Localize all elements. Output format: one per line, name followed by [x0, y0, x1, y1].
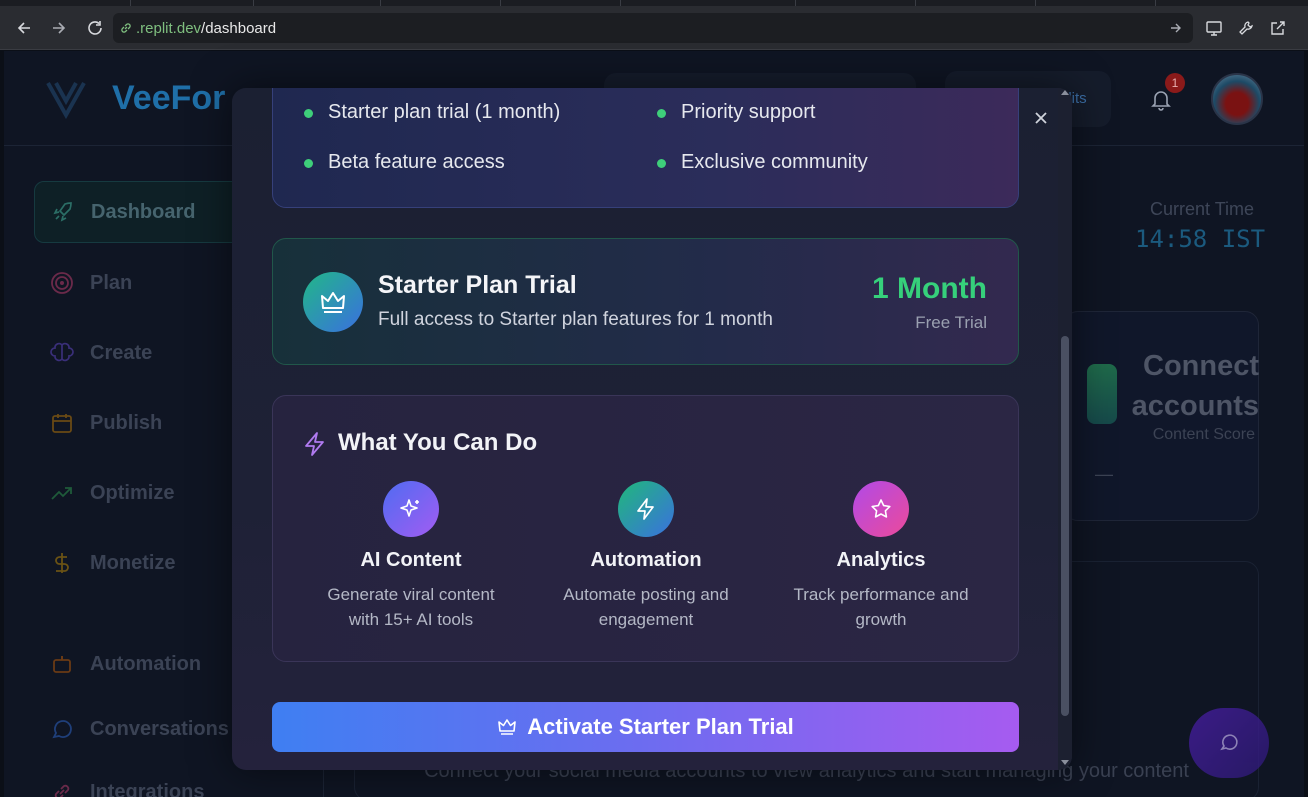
activate-trial-button[interactable]: Activate Starter Plan Trial — [272, 702, 1019, 752]
link-icon — [121, 23, 131, 33]
lightning-icon — [305, 432, 324, 456]
browser-toolbar: .replit.dev/dashboard — [0, 6, 1308, 50]
benefit-item: Beta feature access — [304, 151, 505, 174]
modal-scrollbar[interactable] — [1058, 88, 1072, 770]
dollar-icon — [55, 553, 69, 573]
reload-icon[interactable] — [83, 16, 107, 40]
trial-badge: Free Trial — [915, 313, 987, 332]
score-value: — — [1095, 464, 1113, 484]
scroll-down-icon[interactable] — [1061, 760, 1069, 765]
close-button[interactable] — [1029, 106, 1053, 130]
score-subtitle: Content Score — [1152, 426, 1255, 443]
what-you-can-do-card: What You Can Do AI Content Generate vira… — [272, 395, 1019, 662]
logo-text: VeeFor — [112, 79, 226, 117]
scroll-up-icon[interactable] — [1061, 90, 1069, 95]
trial-title: Starter Plan Trial — [378, 271, 577, 299]
bell-icon[interactable] — [1151, 89, 1171, 111]
logo-icon — [46, 82, 86, 119]
address-bar[interactable]: .replit.dev/dashboard — [113, 13, 1193, 43]
content-score-card: Connect accounts Content Score — — [1064, 311, 1259, 521]
current-time-label: Current Time — [1150, 199, 1255, 219]
chat-button[interactable] — [1189, 708, 1269, 778]
lightning-icon — [618, 481, 674, 537]
trending-up-icon — [51, 487, 72, 500]
feature-analytics: Analytics Track performance and growth — [766, 481, 996, 632]
target-icon — [51, 272, 73, 294]
feature-ai-content: AI Content Generate viral content with 15… — [296, 481, 526, 632]
desktop-icon[interactable] — [1202, 16, 1226, 40]
wrench-icon[interactable] — [1234, 16, 1258, 40]
trial-subtitle: Full access to Starter plan features for… — [378, 309, 773, 330]
back-icon[interactable] — [12, 16, 36, 40]
avatar[interactable] — [1211, 73, 1263, 125]
trial-card: Starter Plan Trial Full access to Starte… — [272, 238, 1019, 365]
external-link-icon[interactable] — [1266, 16, 1290, 40]
bot-icon — [53, 656, 71, 673]
trial-duration: 1 Month — [872, 272, 987, 305]
close-icon — [1035, 112, 1047, 124]
crown-icon — [321, 292, 345, 313]
section-title: What You Can Do — [338, 429, 538, 456]
notification-badge: 1 — [1165, 73, 1185, 93]
calendar-icon — [52, 414, 72, 433]
benefit-item: Priority support — [657, 101, 816, 124]
chat-icon — [1220, 734, 1238, 751]
benefits-card: Starter plan trial (1 month) Priority su… — [272, 88, 1019, 208]
benefit-item: Exclusive community — [657, 151, 868, 174]
rocket-icon — [53, 202, 72, 222]
score-title: Connect accounts — [1131, 350, 1259, 422]
star-icon — [853, 481, 909, 537]
crown-badge — [303, 272, 363, 332]
message-icon — [52, 720, 72, 739]
url-text: .replit.dev/dashboard — [136, 20, 277, 37]
scroll-thumb[interactable] — [1061, 336, 1069, 716]
link-icon — [54, 784, 70, 797]
sparkles-icon — [383, 481, 439, 537]
benefit-item: Starter plan trial (1 month) — [304, 101, 560, 124]
crown-icon — [498, 719, 517, 735]
feature-automation: Automation Automate posting and engagemen… — [531, 481, 761, 632]
brain-icon — [50, 342, 74, 362]
forward-icon[interactable] — [47, 16, 71, 40]
go-arrow-icon[interactable] — [1169, 21, 1183, 35]
trial-modal: Starter plan trial (1 month) Priority su… — [232, 88, 1072, 770]
current-time: 14:58 IST — [1135, 225, 1266, 253]
